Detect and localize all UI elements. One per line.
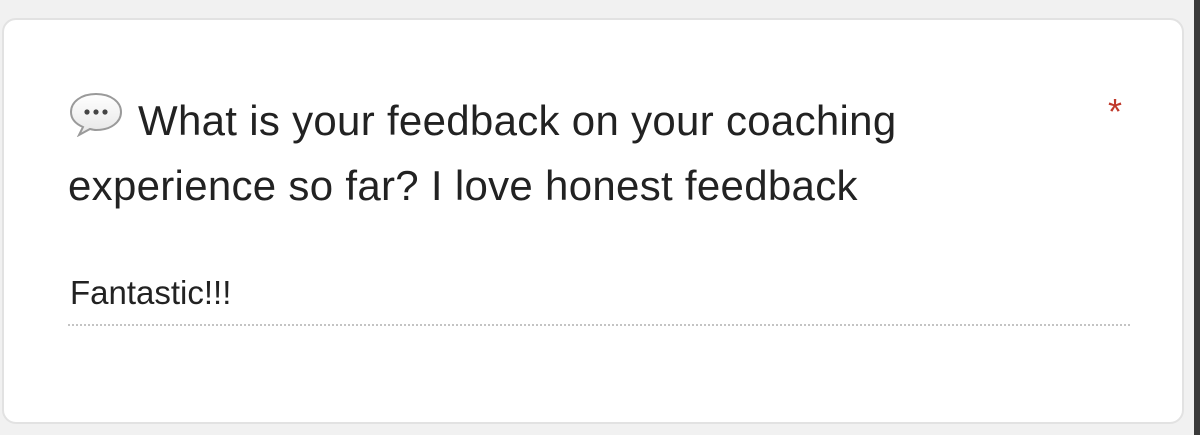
question-card	[2, 18, 1184, 424]
window-edge	[1194, 0, 1200, 435]
required-indicator: *	[1108, 91, 1123, 132]
question-text: What is your feedback on your coaching e…	[68, 97, 897, 209]
question-label: What is your feedback on your coaching e…	[68, 88, 1068, 218]
feedback-answer-input[interactable]	[68, 268, 1130, 326]
speech-bubble-icon	[68, 91, 124, 137]
page: What is your feedback on your coaching e…	[0, 0, 1200, 435]
